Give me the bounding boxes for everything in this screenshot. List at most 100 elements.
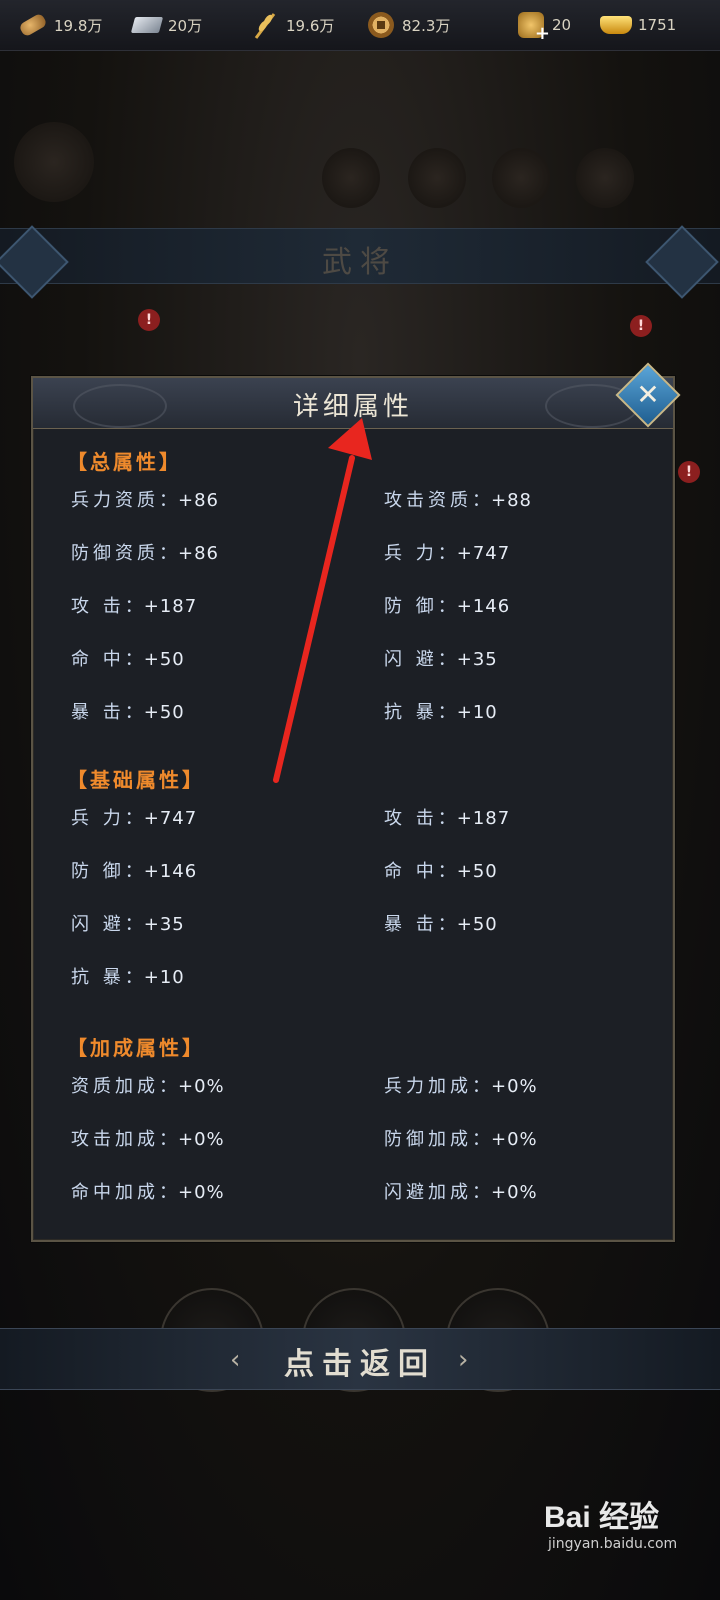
attribute-separator: ： [472,1076,491,1097]
attribute-label: 资质加成 [71,1076,159,1097]
attribute-label: 闪避加成 [384,1182,472,1203]
attribute-item: 命 中：+50 [384,857,498,883]
attribute-value: +747 [143,808,198,829]
attribute-value: +35 [456,649,498,670]
attribute-label: 攻击资质 [384,490,472,511]
attribute-item: 防 御：+146 [384,592,510,618]
attribute-label: 攻击加成 [71,1129,159,1150]
plus-icon[interactable]: + [535,23,550,44]
attribute-separator: ： [124,967,144,988]
alert-badge-icon: ! [138,309,160,331]
attribute-label: 兵力资质 [71,490,159,511]
attribute-item: 资质加成：+0% [71,1072,225,1098]
wood-amount: 19.8万 [54,16,103,35]
attribute-item: 攻 击：+187 [71,592,197,618]
attribute-label: 兵 力 [71,808,125,829]
attribute-item: 闪 避：+35 [71,910,185,936]
attribute-label: 兵 力 [384,543,438,564]
resource-bar: 19.8万 20万 19.6万 82.3万 + 20 1751 [0,0,720,51]
token-icon: + [518,12,550,44]
alert-badge-icon: ! [630,315,652,337]
attribute-item: 兵力加成：+0% [384,1072,538,1098]
attribute-label: 命 中 [71,649,125,670]
attribute-separator: ： [124,649,144,670]
section-title: 【基础属性】 [67,768,205,792]
attribute-value: +747 [456,543,511,564]
attribute-value: +88 [491,490,532,511]
attribute-value: +10 [143,967,185,988]
attribute-item: 兵力资质：+86 [71,486,219,512]
attribute-separator: ： [437,543,457,564]
attribute-label: 抗 暴 [384,702,438,723]
panel-title: 武将 [322,245,398,280]
attribute-label: 闪 避 [71,914,125,935]
attribute-item: 攻击加成：+0% [71,1125,225,1151]
attribute-label: 攻 击 [71,596,125,617]
attribute-label: 防 御 [384,596,438,617]
attribute-item: 抗 暴：+10 [384,698,498,724]
attribute-value: +50 [456,861,498,882]
attribute-separator: ： [437,808,457,829]
hero-slot-1 [322,148,380,208]
attribute-separator: ： [472,1129,491,1150]
attribute-separator: ： [124,914,144,935]
attribute-value: +187 [143,596,198,617]
attribute-separator: ： [437,702,457,723]
iron-amount: 20万 [168,16,203,35]
resource-gold: 1751 [600,8,676,42]
hero-slot-2 [408,148,466,208]
attribute-item: 攻 击：+187 [384,804,510,830]
grain-amount: 19.6万 [286,16,335,35]
attribute-value: +0% [178,1129,225,1150]
return-label[interactable]: 点击返回 [0,1339,720,1383]
close-icon: ✕ [636,378,660,411]
hero-avatar [14,122,94,202]
resource-grain: 19.6万 [250,8,334,42]
attribute-value: +86 [178,543,219,564]
attribute-separator: ： [159,1129,178,1150]
resource-token[interactable]: + 20 [516,8,571,44]
grain-icon [254,13,276,39]
attribute-separator: ： [124,861,144,882]
attribute-value: +146 [456,596,511,617]
attribute-value: +86 [178,490,219,511]
wood-icon [18,12,48,38]
attribute-item: 兵 力：+747 [71,804,197,830]
dialog-title: 详细属性 [292,392,413,422]
resource-iron: 20万 [130,8,203,42]
attribute-separator: ： [437,649,457,670]
attribute-separator: ： [159,543,178,564]
return-bar[interactable]: ‹ 点击返回 › [0,1328,720,1390]
attribute-item: 防御资质：+86 [71,539,219,565]
attribute-value: +0% [178,1182,225,1203]
attribute-separator: ： [124,596,144,617]
attribute-separator: ： [472,1182,491,1203]
gold-ingot-icon [600,16,632,34]
watermark-logo: Bai 经验 [544,1501,660,1534]
attribute-item: 防 御：+146 [71,857,197,883]
attribute-label: 暴 击 [71,702,125,723]
attribute-value: +50 [143,702,185,723]
attribute-value: +35 [143,914,185,935]
attribute-label: 命 中 [384,861,438,882]
attribute-label: 闪 避 [384,649,438,670]
attribute-separator: ： [159,1076,178,1097]
copper-coin-icon [368,12,394,38]
attribute-item: 闪避加成：+0% [384,1178,538,1204]
attribute-item: 暴 击：+50 [71,698,185,724]
attribute-item: 命 中：+50 [71,645,185,671]
attribute-label: 防 御 [71,861,125,882]
attribute-label: 暴 击 [384,914,438,935]
attribute-value: +187 [456,808,511,829]
attribute-label: 命中加成 [71,1182,159,1203]
attribute-value: +50 [456,914,498,935]
resource-wood: 19.8万 [18,8,102,42]
copper-amount: 82.3万 [402,16,451,35]
attribute-separator: ： [437,861,457,882]
attribute-value: +10 [456,702,498,723]
attribute-value: +0% [178,1076,225,1097]
attribute-separator: ： [124,702,144,723]
attribute-label: 兵力加成 [384,1076,472,1097]
section-title: 【总属性】 [67,450,182,474]
attribute-value: +146 [143,861,198,882]
